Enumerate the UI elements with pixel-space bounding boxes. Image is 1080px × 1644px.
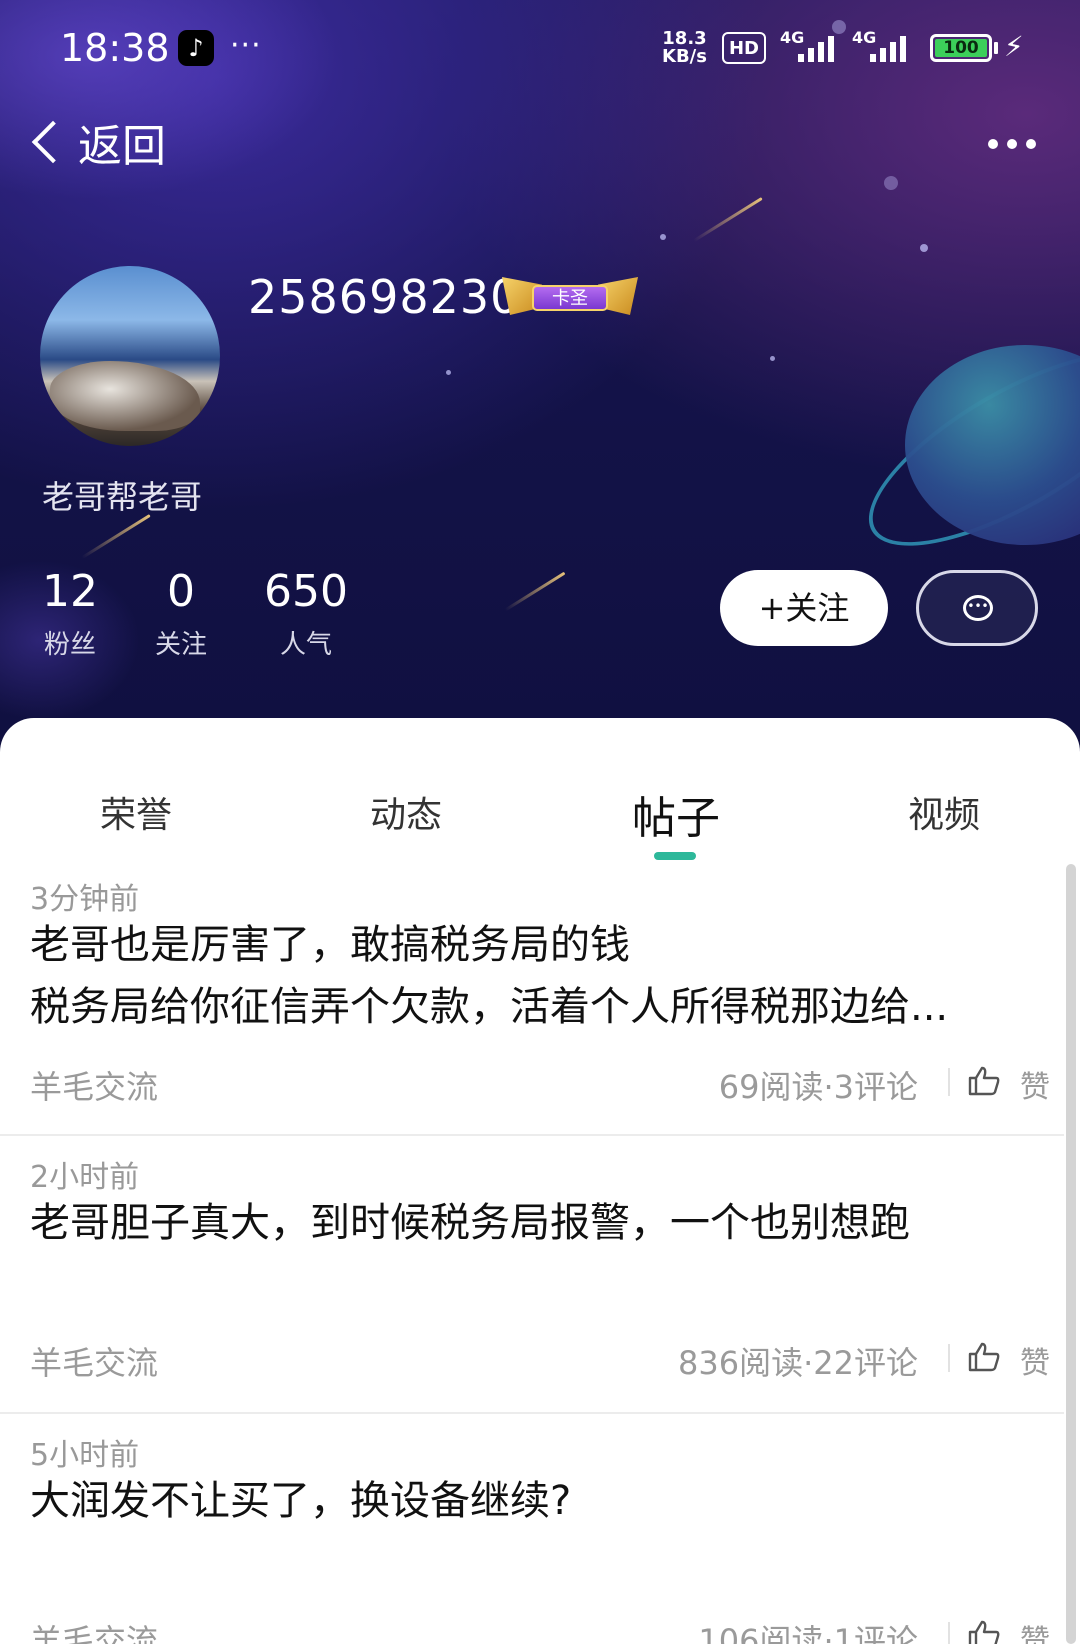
tab-posts[interactable]: 帖子 bbox=[632, 782, 720, 846]
decor-star bbox=[446, 370, 451, 375]
tiktok-icon: ♪ bbox=[178, 30, 214, 66]
post-text-line: 老哥胆子真大，到时候税务局报警，一个也别想跑 bbox=[30, 1200, 910, 1246]
network-speed: 18.3 KB/s bbox=[662, 30, 707, 66]
post-category[interactable]: 羊毛交流 bbox=[30, 1616, 158, 1644]
follow-button[interactable]: +关注 bbox=[720, 570, 888, 646]
more-horizontal-icon bbox=[1026, 139, 1036, 149]
like-label[interactable]: 赞 bbox=[1020, 1616, 1050, 1644]
decor-star bbox=[770, 356, 775, 361]
decor-star bbox=[660, 234, 666, 240]
signal-label: 4G bbox=[852, 28, 877, 47]
decor-star bbox=[920, 244, 928, 252]
decor-meteor bbox=[693, 197, 763, 242]
decor-meteor bbox=[504, 571, 566, 612]
post-text-line: 大润发不让买了，换设备继续? bbox=[30, 1478, 572, 1524]
post-time: 2小时前 bbox=[30, 1160, 140, 1195]
avatar-image-detail bbox=[50, 361, 200, 431]
tab-videos[interactable]: 视频 bbox=[908, 786, 980, 838]
stat-label: 人气 bbox=[279, 630, 332, 660]
post-item[interactable]: 3分钟前 老哥也是厉害了，敢搞税务局的钱 税务局给你征信弄个欠款，活着个人所得税… bbox=[0, 864, 1064, 1114]
decor-meteor bbox=[81, 514, 151, 559]
post-stats: 106阅读·1评论 bbox=[698, 1622, 918, 1644]
stat-label: 关注 bbox=[154, 630, 207, 660]
back-button[interactable]: 返回 bbox=[26, 112, 166, 172]
stat-popularity[interactable]: 650 人气 bbox=[262, 566, 350, 661]
user-id: 258698230 bbox=[248, 270, 521, 324]
thumbs-up-icon[interactable] bbox=[968, 1342, 1000, 1372]
divider bbox=[948, 1068, 950, 1096]
battery-level: 100 bbox=[935, 39, 987, 57]
tab-activity[interactable]: 动态 bbox=[370, 786, 442, 838]
post-stats: 69阅读·3评论 bbox=[718, 1068, 918, 1106]
more-horizontal-icon bbox=[988, 139, 998, 149]
status-time: 18:38 bbox=[60, 26, 170, 70]
hd-icon: HD bbox=[722, 32, 766, 64]
signal-icon: 4G bbox=[780, 28, 846, 64]
signal-label: 4G bbox=[780, 28, 805, 47]
post-time: 5小时前 bbox=[30, 1438, 140, 1473]
stat-value: 12 bbox=[42, 566, 98, 617]
rank-badge[interactable]: 卡圣 bbox=[502, 275, 638, 319]
username: 老哥帮老哥 bbox=[42, 478, 203, 516]
divider bbox=[948, 1622, 950, 1644]
stat-fans[interactable]: 12 粉丝 bbox=[40, 566, 100, 661]
thumbs-up-icon[interactable] bbox=[968, 1620, 1000, 1644]
net-speed-unit: KB/s bbox=[662, 46, 707, 67]
battery-icon: 100 bbox=[930, 34, 992, 62]
more-horizontal-icon bbox=[1007, 139, 1017, 149]
stat-value: 650 bbox=[264, 566, 348, 617]
more-options-button[interactable] bbox=[988, 124, 1036, 164]
signal-icon: 4G bbox=[852, 28, 918, 64]
like-label[interactable]: 赞 bbox=[1020, 1338, 1050, 1382]
chat-bubble-icon: ••• bbox=[963, 595, 993, 621]
scrollbar[interactable] bbox=[1066, 864, 1076, 1644]
divider bbox=[948, 1344, 950, 1372]
post-text-line: 税务局给你征信弄个欠款，活着个人所得税那边给... bbox=[30, 984, 949, 1030]
tab-active-indicator bbox=[654, 852, 696, 860]
status-bar: 18:38 ♪ ··· 18.3 KB/s HD 4G 4G 100 ⚡ bbox=[0, 0, 1080, 96]
post-category[interactable]: 羊毛交流 bbox=[30, 1062, 158, 1108]
avatar[interactable] bbox=[40, 266, 220, 446]
stat-following[interactable]: 0 关注 bbox=[146, 566, 216, 661]
content-card: 荣誉 动态 帖子 视频 3分钟前 老哥也是厉害了，敢搞税务局的钱 税务局给你征信… bbox=[0, 718, 1080, 1644]
post-divider bbox=[0, 1412, 1064, 1414]
tab-honor[interactable]: 荣誉 bbox=[100, 786, 172, 838]
post-item[interactable]: 5小时前 大润发不让买了，换设备继续? 羊毛交流 106阅读·1评论 赞 bbox=[0, 1420, 1064, 1644]
back-label: 返回 bbox=[78, 121, 166, 172]
status-more-icon: ··· bbox=[230, 28, 262, 63]
post-item[interactable]: 2小时前 老哥胆子真大，到时候税务局报警，一个也别想跑 羊毛交流 836阅读·2… bbox=[0, 1142, 1064, 1392]
decor-star bbox=[884, 176, 898, 190]
battery-tip bbox=[994, 42, 998, 54]
message-button[interactable]: ••• bbox=[916, 570, 1038, 646]
rank-badge-label: 卡圣 bbox=[532, 285, 608, 311]
post-category[interactable]: 羊毛交流 bbox=[30, 1338, 158, 1384]
like-label[interactable]: 赞 bbox=[1020, 1062, 1050, 1106]
chevron-left-icon bbox=[31, 120, 75, 164]
post-time: 3分钟前 bbox=[30, 882, 140, 917]
charging-icon: ⚡ bbox=[1004, 30, 1024, 63]
stat-label: 粉丝 bbox=[43, 630, 96, 660]
post-text-line: 老哥也是厉害了，敢搞税务局的钱 bbox=[30, 922, 630, 968]
post-divider bbox=[0, 1134, 1064, 1136]
stat-value: 0 bbox=[167, 566, 195, 617]
thumbs-up-icon[interactable] bbox=[968, 1066, 1000, 1096]
post-stats: 836阅读·22评论 bbox=[678, 1344, 918, 1382]
